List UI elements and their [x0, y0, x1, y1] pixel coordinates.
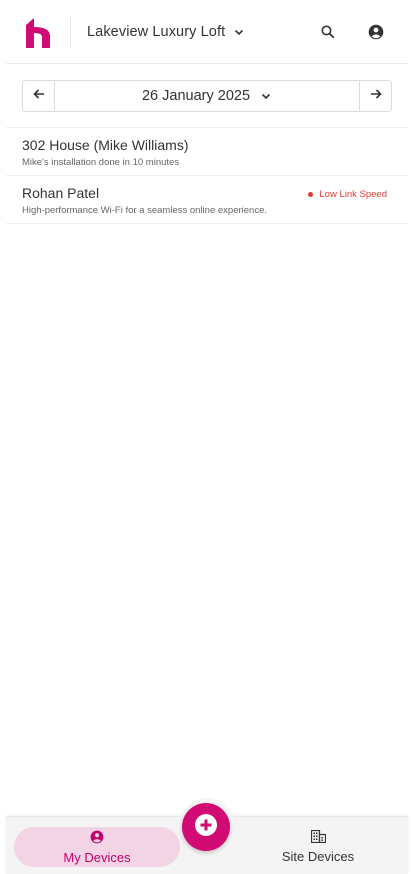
device-list: 302 House (Mike Williams) Mike's install…	[6, 127, 408, 224]
tab-label: Site Devices	[281, 849, 355, 864]
tab-my-devices[interactable]: My Devices	[14, 827, 180, 867]
header-divider	[70, 16, 71, 48]
account-circle-icon	[90, 830, 104, 849]
brand-logo	[26, 18, 50, 48]
status-text: Low Link Speed	[319, 189, 387, 200]
arrow-right-icon	[369, 87, 383, 106]
chevron-down-icon	[260, 90, 272, 102]
list-item[interactable]: Rohan Patel High-performance Wi-Fi for a…	[6, 176, 408, 224]
list-item[interactable]: 302 House (Mike Williams) Mike's install…	[6, 128, 408, 176]
chevron-down-icon	[233, 26, 245, 38]
tab-site-devices[interactable]: Site Devices	[235, 827, 401, 867]
date-label: 26 January 2025	[141, 88, 251, 104]
next-date-button[interactable]	[359, 81, 391, 111]
device-description: Mike's installation done in 10 minutes	[22, 157, 180, 168]
status-badge: Low Link Speed	[308, 189, 387, 200]
tab-label: My Devices	[63, 849, 131, 865]
date-navigator: 26 January 2025	[22, 80, 392, 112]
site-name: Lakeview Luxury Loft	[87, 24, 226, 40]
site-selector[interactable]: Lakeview Luxury Loft	[87, 20, 245, 44]
arrow-left-icon	[32, 87, 46, 106]
add-circle-icon	[194, 813, 218, 842]
device-description: High-performance Wi-Fi for a seamless on…	[22, 205, 267, 216]
building-icon	[310, 829, 326, 848]
status-dot-icon	[308, 192, 314, 197]
search-icon[interactable]	[314, 18, 342, 46]
account-circle-icon[interactable]	[362, 18, 390, 46]
date-picker[interactable]: 26 January 2025	[55, 81, 359, 111]
app-window: Lakeview Luxury Loft 26 January 2025 302…	[6, 0, 408, 874]
prev-date-button[interactable]	[23, 81, 55, 111]
app-header: Lakeview Luxury Loft	[6, 0, 408, 64]
device-name: 302 House (Mike Williams)	[22, 137, 189, 153]
add-device-button[interactable]	[182, 803, 230, 851]
